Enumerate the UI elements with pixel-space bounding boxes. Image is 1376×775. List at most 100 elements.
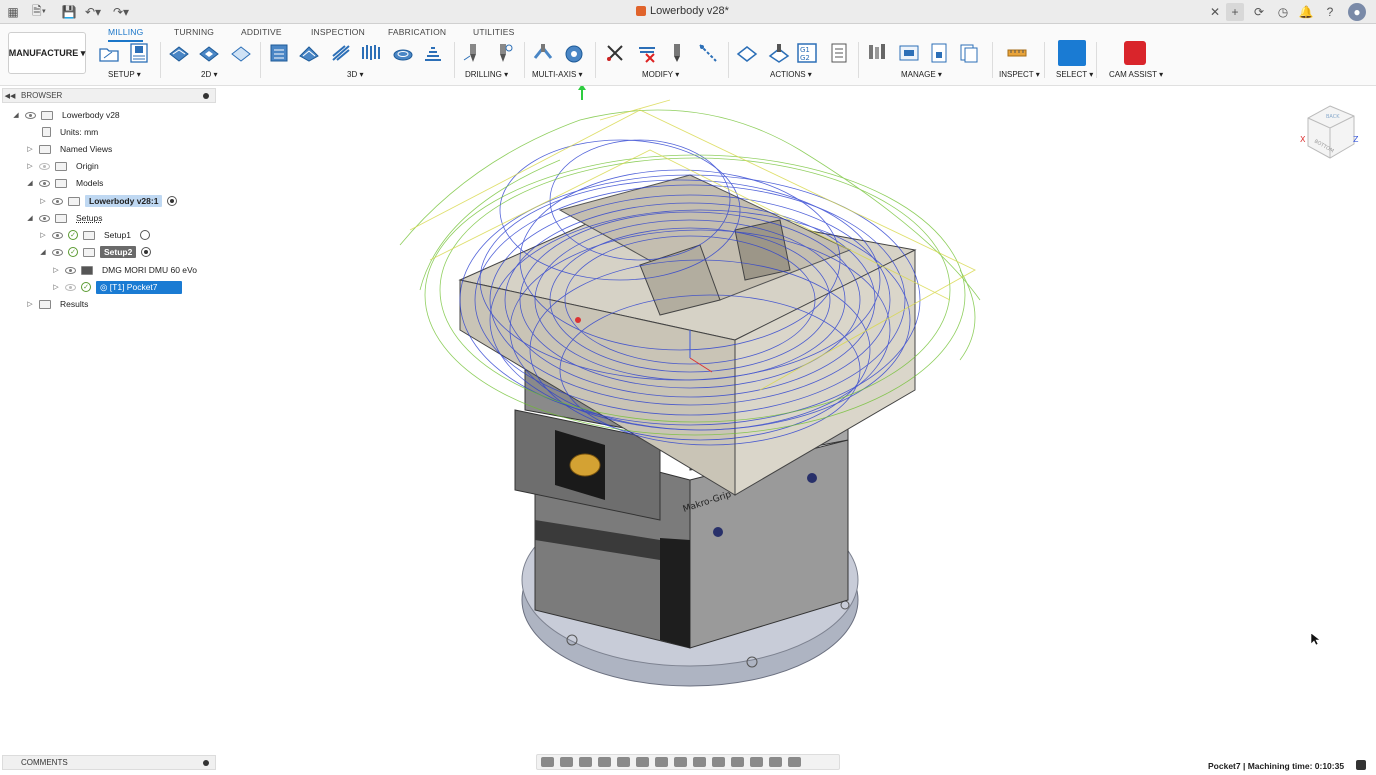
comments-panel[interactable]: COMMENTS	[2, 755, 216, 770]
visibility-icon[interactable]	[39, 162, 50, 170]
group-actions[interactable]: ACTIONS ▾	[770, 70, 812, 79]
new-setup-icon[interactable]	[98, 42, 120, 64]
pan-icon[interactable]	[579, 757, 592, 767]
tree-item-machine[interactable]: ▷ DMG MORI DMU 60 eVo	[52, 262, 201, 278]
visibility-icon[interactable]	[65, 283, 76, 291]
face-icon[interactable]	[230, 42, 252, 64]
group-manage[interactable]: MANAGE ▾	[901, 70, 942, 79]
feedback-icon[interactable]	[1356, 760, 1366, 770]
tab-fabrication[interactable]: FABRICATION	[388, 27, 446, 37]
group-cam-assist[interactable]: CAM ASSIST ▾	[1109, 70, 1163, 79]
activate-radio[interactable]	[139, 230, 150, 240]
multi-axis-swarf-icon[interactable]	[532, 42, 554, 64]
collapsed-icon[interactable]: ▷	[52, 283, 60, 291]
tab-turning[interactable]: TURNING	[174, 27, 214, 37]
multi-axis-contour-icon[interactable]	[563, 42, 585, 64]
parallel-icon[interactable]	[360, 42, 382, 64]
group-inspect[interactable]: INSPECT ▾	[999, 70, 1040, 79]
redo-icon[interactable]: ↷▾	[112, 3, 130, 21]
tree-item-setup2[interactable]: ◢ ✓ Setup2	[39, 244, 152, 260]
zoom-icon[interactable]	[598, 757, 611, 767]
nc-program-icon[interactable]	[128, 42, 150, 64]
file-menu-icon[interactable]: 🗎▾	[30, 3, 48, 21]
save-icon[interactable]: 💾	[60, 3, 78, 21]
edit-feed-icon[interactable]	[697, 42, 719, 64]
workspace-switcher[interactable]: MANUFACTURE ▾	[8, 32, 86, 74]
tool-library-icon[interactable]	[866, 42, 888, 64]
undo-icon[interactable]: ↶▾	[84, 3, 102, 21]
expanded-icon[interactable]: ◢	[39, 248, 47, 256]
tree-item-results[interactable]: ▷ Results	[26, 296, 92, 312]
rotate-icon[interactable]	[712, 757, 725, 767]
activate-radio[interactable]	[141, 247, 152, 257]
avatar-icon[interactable]: ●	[1348, 3, 1366, 21]
app-grid-icon[interactable]: ▦	[4, 3, 22, 21]
tree-item-models[interactable]: ◢ Models	[26, 175, 107, 191]
browser-header[interactable]: ◀◀ BROWSER	[2, 88, 216, 103]
machine-library-icon[interactable]	[898, 42, 920, 64]
tree-item-pocket7[interactable]: ▷ ✓ ◎ [T1] Pocket7	[52, 279, 182, 295]
viewcube[interactable]: BACK BOTTOM X Z	[1300, 102, 1360, 162]
group-multi-axis[interactable]: MULTI-AXIS ▾	[532, 70, 583, 79]
measure-icon[interactable]	[1006, 42, 1028, 64]
close-tab-icon[interactable]: ✕	[1206, 3, 1224, 21]
expanded-icon[interactable]: ◢	[26, 214, 34, 222]
tab-utilities[interactable]: UTILITIES	[473, 27, 514, 37]
hole-recognition-icon[interactable]	[492, 42, 514, 64]
tree-item-named-views[interactable]: ▷ Named Views	[26, 141, 116, 157]
tree-item-model-component[interactable]: ▷ Lowerbody v28:1	[39, 193, 178, 209]
scallop-icon[interactable]	[392, 42, 414, 64]
look-at-icon[interactable]	[560, 757, 573, 767]
collapsed-icon[interactable]: ▷	[26, 145, 34, 153]
drill-icon[interactable]	[462, 42, 484, 64]
visibility-icon[interactable]	[52, 197, 63, 205]
steep-shallow-icon[interactable]	[330, 42, 352, 64]
visibility-icon[interactable]	[25, 111, 36, 119]
collapse-panel-icon[interactable]: ◀◀	[3, 92, 17, 100]
tab-inspection[interactable]: INSPECTION	[311, 27, 365, 37]
viewports-icon[interactable]	[674, 757, 687, 767]
visibility-icon[interactable]	[39, 179, 50, 187]
help-icon[interactable]: ?	[1321, 3, 1339, 21]
notifications-icon[interactable]: 🔔	[1297, 3, 1315, 21]
visibility-icon[interactable]	[52, 248, 63, 256]
fit-icon[interactable]	[617, 757, 630, 767]
graphics-viewport[interactable]: Makro-Grip	[220, 84, 1376, 750]
extensions-icon[interactable]: ⟳	[1250, 3, 1268, 21]
collapsed-icon[interactable]: ▷	[39, 197, 47, 205]
select-icon[interactable]	[1058, 40, 1086, 66]
collapsed-icon[interactable]: ▷	[39, 231, 47, 239]
group-2d[interactable]: 2D ▾	[201, 70, 217, 79]
expanded-icon[interactable]: ◢	[26, 179, 34, 187]
simulation-display-icon[interactable]	[788, 757, 801, 767]
tree-item-origin[interactable]: ▷ Origin	[26, 158, 103, 174]
display-settings-icon[interactable]	[636, 757, 649, 767]
stock-display-icon[interactable]	[693, 757, 706, 767]
tool-modify-icon[interactable]	[666, 42, 688, 64]
setup-sheet-icon[interactable]	[828, 42, 850, 64]
visibility-icon[interactable]	[52, 231, 63, 239]
visibility-icon[interactable]	[39, 214, 50, 222]
group-select[interactable]: SELECT ▾	[1056, 70, 1093, 79]
simulate-machine-icon[interactable]	[768, 42, 790, 64]
group-3d[interactable]: 3D ▾	[347, 70, 363, 79]
collapsed-icon[interactable]: ▷	[26, 162, 34, 170]
pin-icon[interactable]	[203, 92, 209, 99]
3d-adaptive-icon[interactable]	[268, 42, 290, 64]
post-process-icon[interactable]: G1G2	[796, 42, 818, 64]
tab-additive[interactable]: ADDITIVE	[241, 27, 282, 37]
group-drilling[interactable]: DRILLING ▾	[465, 70, 508, 79]
group-modify[interactable]: MODIFY ▾	[642, 70, 679, 79]
2d-adaptive-icon[interactable]	[168, 42, 190, 64]
tree-item-setup1[interactable]: ▷ ✓ Setup1	[39, 227, 150, 243]
comments-pin-icon[interactable]	[203, 759, 209, 766]
grid-settings-icon[interactable]	[655, 757, 668, 767]
collapsed-icon[interactable]: ▷	[26, 300, 34, 308]
simulate-icon[interactable]	[736, 42, 758, 64]
toolpath-display-icon[interactable]	[731, 757, 744, 767]
3d-pocket-icon[interactable]	[298, 42, 320, 64]
job-status-icon[interactable]: ◷	[1274, 3, 1292, 21]
trim-icon[interactable]	[604, 42, 626, 64]
tree-item-setups[interactable]: ◢ Setups	[26, 210, 106, 226]
visibility-icon[interactable]	[65, 266, 76, 274]
